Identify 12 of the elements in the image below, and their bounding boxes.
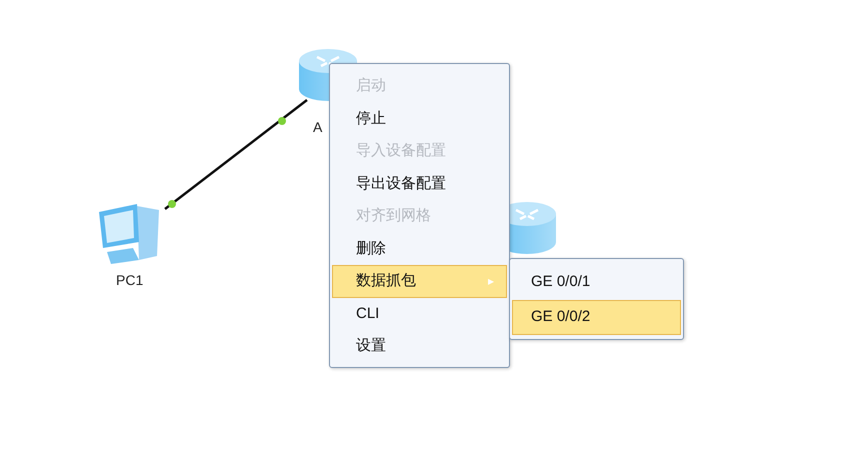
menu-item[interactable]: CLI bbox=[332, 298, 507, 330]
device-label: PC1 bbox=[116, 271, 144, 290]
menu-item[interactable]: 删除 bbox=[332, 232, 507, 265]
menu-item[interactable]: 设置 bbox=[332, 330, 507, 362]
submenu-arrow-icon: ▸ bbox=[488, 272, 494, 290]
menu-item[interactable]: 导出设备配置 bbox=[332, 168, 507, 200]
menu-item[interactable]: GE 0/0/2 bbox=[512, 300, 681, 335]
menu-item[interactable]: GE 0/0/1 bbox=[512, 265, 681, 300]
device-label: A bbox=[313, 118, 322, 137]
menu-item[interactable]: 数据抓包 ▸ bbox=[332, 265, 507, 298]
menu-item-label: 数据抓包 bbox=[356, 271, 416, 291]
menu-item[interactable]: 停止 bbox=[332, 102, 507, 135]
